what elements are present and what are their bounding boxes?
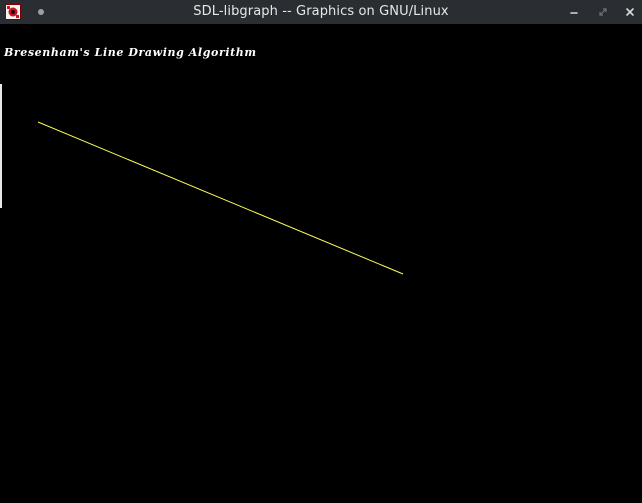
app-window: SDL-libgraph -- Graphics on GNU/Linux Br…	[0, 0, 642, 503]
bresenham-line	[37, 121, 404, 275]
line-layer	[37, 121, 404, 275]
